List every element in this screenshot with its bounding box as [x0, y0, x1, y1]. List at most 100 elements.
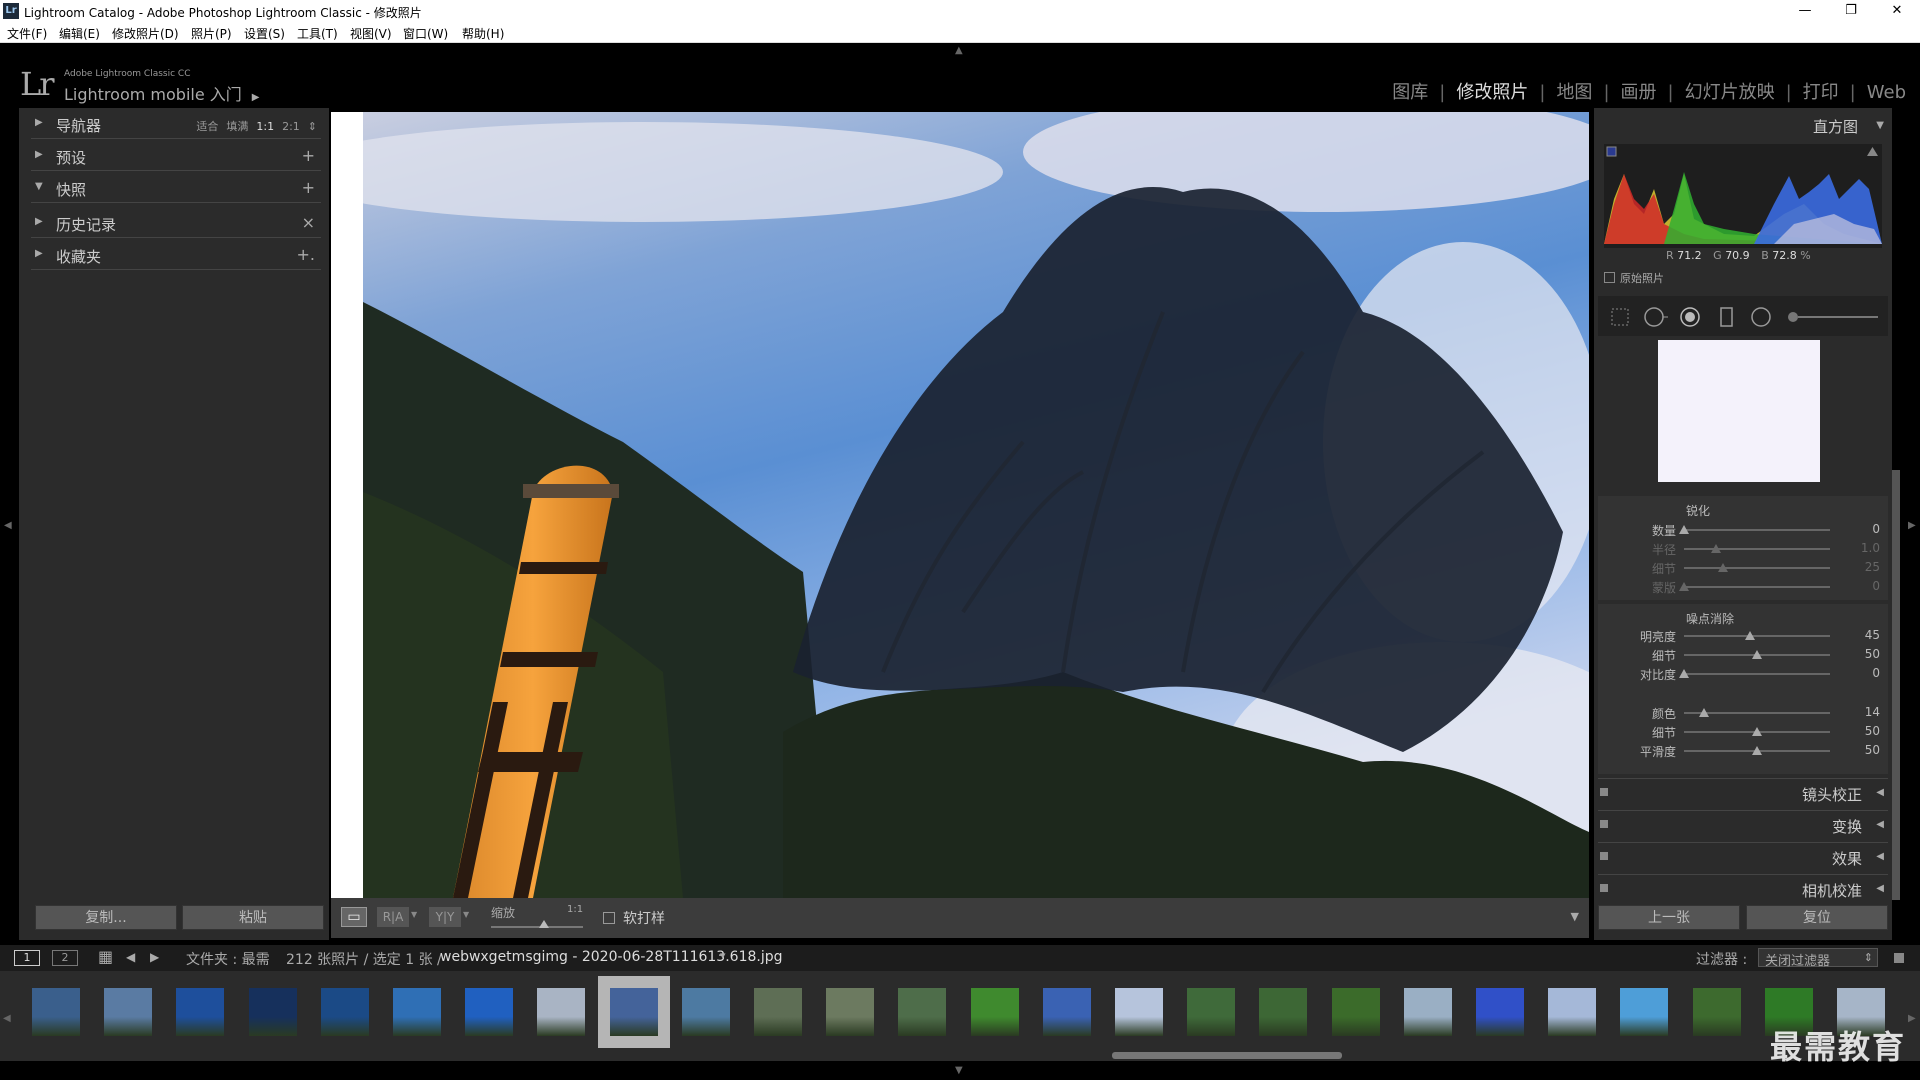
restore-button[interactable]: ❐ — [1828, 0, 1874, 22]
paste-settings-button[interactable]: 粘贴 — [182, 905, 324, 930]
filmstrip-thumbnail[interactable] — [1681, 976, 1753, 1048]
slider-value[interactable]: 0 — [1872, 666, 1880, 680]
filmstrip-scrollbar[interactable] — [1112, 1052, 1342, 1059]
slider-thumb[interactable] — [1711, 544, 1722, 553]
slider-thumb[interactable] — [1752, 650, 1762, 659]
module-slideshow[interactable]: 幻灯片放映 — [1685, 78, 1775, 104]
yy-dropdown-icon[interactable]: ▼ — [463, 910, 469, 919]
filmstrip-thumbnail[interactable] — [1175, 976, 1247, 1048]
ra-dropdown-icon[interactable]: ▼ — [411, 910, 417, 919]
filmstrip-thumbnail[interactable] — [1031, 976, 1103, 1048]
filmstrip-thumbnail[interactable] — [20, 976, 92, 1048]
window-2-button[interactable]: 2 — [52, 950, 78, 966]
menu-develop[interactable]: 修改照片(D) — [112, 25, 179, 42]
menu-tools[interactable]: 工具(T) — [297, 25, 338, 42]
slider-value[interactable]: 14 — [1865, 705, 1880, 719]
slider-thumb[interactable] — [1679, 669, 1689, 678]
reset-button[interactable]: 复位 — [1746, 905, 1888, 930]
back-arrow-icon[interactable]: ◀ — [126, 950, 135, 964]
camera-calibration-header[interactable]: 相机校准 ◀ — [1598, 874, 1888, 900]
module-print[interactable]: 打印 — [1803, 78, 1839, 104]
folder-source[interactable]: 文件夹 : 最需 — [186, 949, 270, 969]
window-1-button[interactable]: 1 — [14, 950, 40, 966]
collections-header[interactable]: ▶ 收藏夹 +. — [31, 242, 321, 270]
before-after-ra-button[interactable]: R|A — [377, 907, 409, 927]
filmstrip-thumbnail[interactable] — [237, 976, 309, 1048]
slider-thumb[interactable] — [1752, 746, 1762, 755]
slider-thumb[interactable] — [1679, 582, 1689, 591]
module-map[interactable]: 地图 — [1556, 78, 1592, 104]
presets-header[interactable]: ▶ 预设 + — [31, 143, 321, 171]
filmstrip-thumbnail[interactable] — [1536, 976, 1608, 1048]
copy-settings-button[interactable]: 复制... — [35, 905, 177, 930]
zoom-slider[interactable] — [491, 926, 583, 928]
slider-thumb[interactable] — [1744, 631, 1755, 640]
module-web[interactable]: Web — [1867, 82, 1906, 103]
grid-view-icon[interactable]: ▦ — [98, 947, 113, 966]
slider-thumb[interactable] — [1699, 708, 1710, 717]
slider-value[interactable]: 0 — [1872, 522, 1880, 536]
filmstrip-thumbnail[interactable] — [92, 976, 164, 1048]
slider-value[interactable]: 0 — [1872, 579, 1880, 593]
filmstrip-thumbnail[interactable] — [1247, 976, 1319, 1048]
lightroom-mobile-link[interactable]: Lightroom mobile 入门 ▶ — [64, 81, 259, 105]
filmstrip-thumbnail[interactable] — [1320, 976, 1392, 1048]
clear-history-icon[interactable]: × — [302, 213, 315, 232]
filmstrip-right-icon[interactable]: ▶ — [1908, 1013, 1916, 1024]
module-develop[interactable]: 修改照片 — [1456, 78, 1528, 104]
slider-value[interactable]: 45 — [1865, 628, 1880, 642]
filmstrip-thumbnail[interactable] — [959, 976, 1031, 1048]
close-button[interactable]: ✕ — [1874, 0, 1920, 22]
bottom-panel-toggle-icon[interactable]: ▼ — [955, 1065, 963, 1076]
menu-help[interactable]: 帮助(H) — [462, 25, 504, 42]
histogram-label[interactable]: 直方图 — [1813, 116, 1858, 137]
right-panel-toggle-icon[interactable]: ▶ — [1908, 520, 1916, 531]
filmstrip-thumbnail[interactable] — [886, 976, 958, 1048]
filmstrip-thumbnail[interactable] — [1392, 976, 1464, 1048]
filmstrip-thumbnail[interactable] — [814, 976, 886, 1048]
slider-thumb[interactable] — [1679, 525, 1689, 534]
filename-dropdown-icon[interactable]: ▾ — [720, 949, 726, 962]
slider-track[interactable] — [1684, 529, 1830, 531]
slider-value[interactable]: 50 — [1865, 724, 1880, 738]
slider-thumb[interactable] — [1718, 563, 1729, 572]
filmstrip-thumbnail[interactable] — [1464, 976, 1536, 1048]
add-collection-icon[interactable]: +. — [297, 245, 316, 264]
minimize-button[interactable]: — — [1782, 0, 1828, 22]
filmstrip-thumbnail[interactable] — [381, 976, 453, 1048]
filmstrip-thumbnail[interactable] — [164, 976, 236, 1048]
filter-select[interactable]: 关闭过滤器 ⇕ — [1758, 948, 1878, 969]
toolbar-menu-icon[interactable]: ▼ — [1571, 910, 1579, 923]
zoom-stepper-icon[interactable]: ⇕ — [308, 120, 317, 133]
slider-track[interactable] — [1684, 586, 1830, 588]
slider-value[interactable]: 25 — [1865, 560, 1880, 574]
module-library[interactable]: 图库 — [1392, 78, 1428, 104]
zoom-1-1[interactable]: 1:1 — [256, 120, 274, 133]
previous-button[interactable]: 上一张 — [1598, 905, 1740, 930]
add-snapshot-icon[interactable]: + — [302, 178, 315, 197]
filmstrip-thumbnail[interactable] — [309, 976, 381, 1048]
zoom-fit[interactable]: 适合 — [196, 120, 218, 133]
slider-track[interactable] — [1684, 635, 1830, 637]
filter-lock-icon[interactable] — [1894, 953, 1904, 963]
right-panel-scrollbar[interactable] — [1892, 470, 1900, 900]
history-header[interactable]: ▶ 历史记录 × — [31, 210, 321, 238]
navigator-header[interactable]: ▶ 导航器 适合 填满 1:1 2:1 ⇕ — [31, 111, 321, 139]
filmstrip-thumbnail[interactable] — [1608, 976, 1680, 1048]
panel-switch-icon[interactable] — [1600, 788, 1608, 796]
menu-file[interactable]: 文件(F) — [7, 25, 47, 42]
menu-window[interactable]: 窗口(W) — [403, 25, 448, 42]
snapshots-header[interactable]: ▼ 快照 + — [31, 175, 321, 203]
softproof-checkbox[interactable] — [603, 912, 615, 924]
effects-header[interactable]: 效果 ◀ — [1598, 842, 1888, 870]
panel-switch-icon[interactable] — [1600, 884, 1608, 892]
detail-preview[interactable] — [1658, 340, 1820, 482]
before-after-yy-button[interactable]: Y|Y — [429, 907, 461, 927]
zoom-fill[interactable]: 填满 — [226, 120, 248, 133]
slider-track[interactable] — [1684, 567, 1830, 569]
forward-arrow-icon[interactable]: ▶ — [150, 950, 159, 964]
photo-canvas[interactable] — [331, 112, 1589, 898]
module-book[interactable]: 画册 — [1621, 78, 1657, 104]
filmstrip-thumbnail[interactable] — [1103, 976, 1175, 1048]
zoom-slider-thumb[interactable] — [539, 920, 549, 928]
